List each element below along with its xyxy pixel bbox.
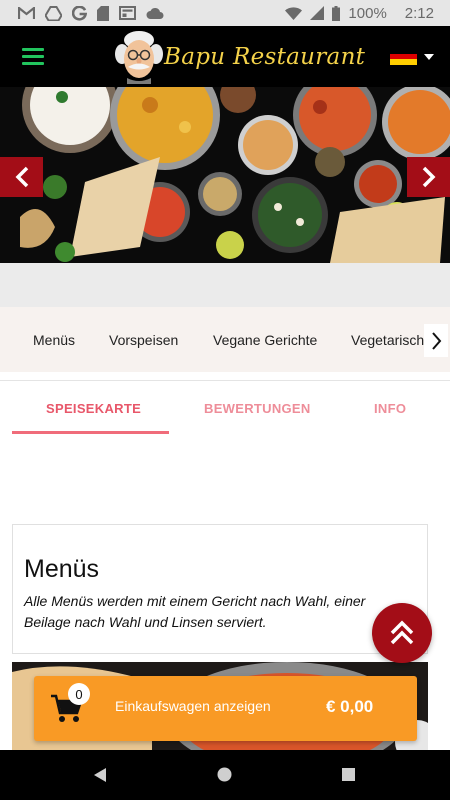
google-icon (72, 5, 87, 21)
cart-label: Einkaufswagen anzeigen (115, 698, 271, 714)
chevron-right-icon (422, 166, 435, 188)
section-description: Alle Menüs werden mit einem Gericht nach… (24, 593, 366, 630)
recents-icon[interactable] (342, 768, 355, 781)
clock: 2:12 (404, 4, 434, 22)
cloud-icon (146, 7, 164, 19)
hamburger-icon[interactable] (22, 48, 44, 65)
banner-spacer (0, 263, 450, 307)
tab-speisekarte[interactable]: SPEISEKARTE (46, 401, 141, 416)
wifi-icon (285, 6, 303, 20)
language-selector[interactable] (390, 48, 434, 66)
battery-level: 100% (348, 4, 387, 22)
cart-total: € 0,00 (326, 697, 374, 716)
food-spread-image (0, 87, 450, 263)
category-item-vegetarisch[interactable]: Vegetarisch (351, 332, 424, 348)
double-chevron-up-icon (390, 620, 414, 645)
cart-count-badge: 0 (68, 683, 90, 705)
view-cart-button[interactable]: 0 Einkaufswagen anzeigen € 0,00 (34, 676, 417, 741)
chevron-right-icon (431, 331, 441, 350)
signal-icon (310, 6, 325, 20)
hero-next-button[interactable] (407, 157, 450, 197)
status-bar: 100% 2:12 (0, 0, 450, 26)
tab-info[interactable]: INFO (374, 401, 406, 416)
category-next-button[interactable] (424, 324, 448, 357)
section-title: Menüs (24, 555, 100, 583)
restaurant-logo (115, 31, 163, 84)
category-item-menus[interactable]: Menüs (33, 332, 75, 348)
sd-card-icon (97, 5, 109, 21)
category-item-vorspeisen[interactable]: Vorspeisen (109, 332, 178, 348)
gmail-icon (18, 6, 35, 19)
app-header: Bapu Restaurant (0, 26, 450, 87)
notification-icons (18, 5, 164, 21)
drive-icon (45, 5, 62, 21)
active-tab-indicator (12, 431, 169, 434)
category-bar: Menüs Vorspeisen Vegane Gerichte Vegetar… (0, 307, 450, 372)
battery-icon (332, 5, 341, 21)
back-icon[interactable] (93, 768, 107, 782)
section-card: Menüs Alle Menüs werden mit einem Gerich… (12, 524, 428, 654)
dropdown-arrow-icon (424, 53, 434, 60)
category-item-vegane-gerichte[interactable]: Vegane Gerichte (213, 332, 317, 348)
hero-banner (0, 87, 450, 263)
germany-flag-icon (390, 48, 417, 66)
home-icon[interactable] (217, 767, 232, 782)
hero-prev-button[interactable] (0, 157, 43, 197)
brand-name: Bapu Restaurant (164, 44, 366, 70)
system-nav-bar (0, 750, 450, 800)
tab-bewertungen[interactable]: BEWERTUNGEN (204, 401, 311, 416)
chevron-left-icon (15, 166, 28, 188)
scroll-to-top-button[interactable] (372, 603, 432, 663)
news-icon (119, 6, 136, 20)
